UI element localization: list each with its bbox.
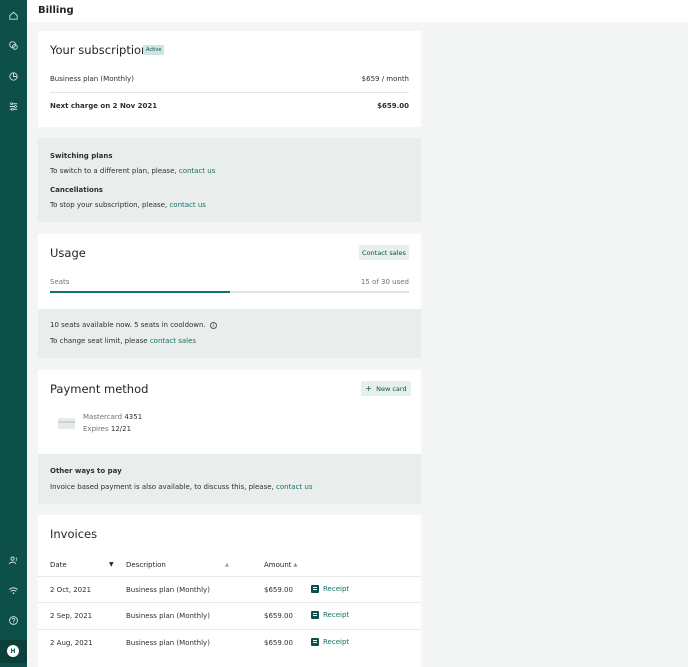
invoice-description: Business plan (Monthly) bbox=[126, 586, 210, 594]
switching-title: Switching plans bbox=[50, 152, 113, 160]
plus-icon: + bbox=[365, 384, 373, 393]
sidebar: H bbox=[0, 0, 27, 667]
status-badge: Active bbox=[143, 45, 165, 55]
wifi-icon[interactable] bbox=[7, 584, 20, 597]
switching-text: To switch to a different plan, please, c… bbox=[50, 167, 216, 175]
invoice-description: Business plan (Monthly) bbox=[126, 639, 210, 647]
usage-title: Usage bbox=[50, 246, 86, 260]
plan-label: Business plan (Monthly) bbox=[50, 75, 134, 83]
row-divider bbox=[38, 576, 421, 577]
invoice-date: 2 Oct, 2021 bbox=[50, 586, 92, 594]
other-ways-title: Other ways to pay bbox=[50, 467, 122, 475]
plan-price: $659 / month bbox=[361, 75, 409, 83]
pie-chart-icon[interactable] bbox=[7, 70, 20, 83]
invoice-date: 2 Aug, 2021 bbox=[50, 639, 93, 647]
receipt-icon bbox=[311, 638, 319, 646]
seats-availability: 10 seats available now. 5 seats in coold… bbox=[50, 321, 217, 329]
row-divider bbox=[38, 629, 421, 630]
divider bbox=[50, 92, 409, 93]
invoices-card: Invoices Date ▼ Description ▲ Amount ▲ 2 … bbox=[38, 515, 421, 667]
sliders-icon[interactable] bbox=[7, 100, 20, 113]
switching-contact-link[interactable]: contact us bbox=[179, 167, 216, 175]
column-header-date[interactable]: Date bbox=[50, 561, 67, 569]
credit-card-icon bbox=[58, 418, 75, 429]
cancellations-title: Cancellations bbox=[50, 186, 103, 194]
invoice-amount: $659.00 bbox=[264, 639, 293, 647]
seats-progress-fill bbox=[50, 291, 230, 293]
sort-icon[interactable]: ▲ bbox=[294, 562, 298, 568]
card-expiry: Expires 12/21 bbox=[83, 425, 132, 433]
invoice-amount: $659.00 bbox=[264, 586, 293, 594]
card-brand: Mastercard 4351 bbox=[83, 413, 143, 421]
plan-info-panel: Switching plans To switch to a different… bbox=[38, 138, 421, 222]
new-card-button[interactable]: + New card bbox=[361, 381, 411, 396]
seats-progress-bar bbox=[50, 291, 409, 293]
info-icon[interactable]: i bbox=[209, 321, 217, 329]
row-divider bbox=[38, 602, 421, 603]
receipt-link[interactable]: Receipt bbox=[311, 638, 349, 646]
payment-title: Payment method bbox=[50, 382, 149, 396]
cancellations-text: To stop your subscription, please, conta… bbox=[50, 201, 206, 209]
invoice-amount: $659.00 bbox=[264, 612, 293, 620]
home-icon[interactable] bbox=[7, 9, 20, 22]
subscription-title: Your subscription bbox=[50, 43, 149, 57]
seats-used-text: 15 of 30 used bbox=[360, 278, 409, 286]
seats-label: Seats bbox=[50, 278, 70, 286]
receipt-icon bbox=[311, 611, 319, 619]
help-icon[interactable] bbox=[7, 614, 20, 627]
receipt-link[interactable]: Receipt bbox=[311, 585, 349, 593]
invoice-description: Business plan (Monthly) bbox=[126, 612, 210, 620]
avatar[interactable]: H bbox=[7, 645, 19, 657]
other-ways-contact-link[interactable]: contact us bbox=[276, 483, 313, 491]
column-header-description[interactable]: Description bbox=[126, 561, 166, 569]
top-bar: Billing bbox=[27, 0, 688, 22]
sort-icon[interactable]: ▲ bbox=[225, 562, 229, 568]
next-charge-label: Next charge on 2 Nov 2021 bbox=[50, 102, 158, 110]
next-charge-amount: $659.00 bbox=[377, 102, 409, 110]
avatar-container: H bbox=[0, 640, 27, 663]
other-ways-text: Invoice based payment is also available,… bbox=[50, 483, 313, 491]
receipt-icon bbox=[311, 585, 319, 593]
invoice-date: 2 Sep, 2021 bbox=[50, 612, 93, 620]
receipt-link[interactable]: Receipt bbox=[311, 611, 349, 619]
contact-sales-link[interactable]: contact sales bbox=[150, 337, 196, 345]
page-title: Billing bbox=[38, 5, 74, 16]
other-payment-panel: Other ways to pay Invoice based payment … bbox=[38, 454, 421, 504]
seat-limit-text: To change seat limit, please contact sal… bbox=[50, 337, 197, 345]
usage-card: Usage Contact sales Seats 15 of 30 used bbox=[38, 234, 421, 309]
subscription-card: Your subscription Active Business plan (… bbox=[38, 31, 421, 127]
usage-info-panel: 10 seats available now. 5 seats in coold… bbox=[38, 309, 421, 358]
users-icon[interactable] bbox=[7, 554, 20, 567]
sort-desc-icon[interactable]: ▼ bbox=[109, 561, 114, 568]
cancellations-contact-link[interactable]: contact us bbox=[169, 201, 206, 209]
chat-icon[interactable] bbox=[7, 39, 20, 52]
contact-sales-button[interactable]: Contact sales bbox=[359, 245, 409, 260]
invoices-title: Invoices bbox=[50, 527, 98, 541]
payment-method-card: Payment method + New card Mastercard 435… bbox=[38, 370, 421, 454]
column-header-amount[interactable]: Amount ▲ bbox=[264, 561, 297, 569]
